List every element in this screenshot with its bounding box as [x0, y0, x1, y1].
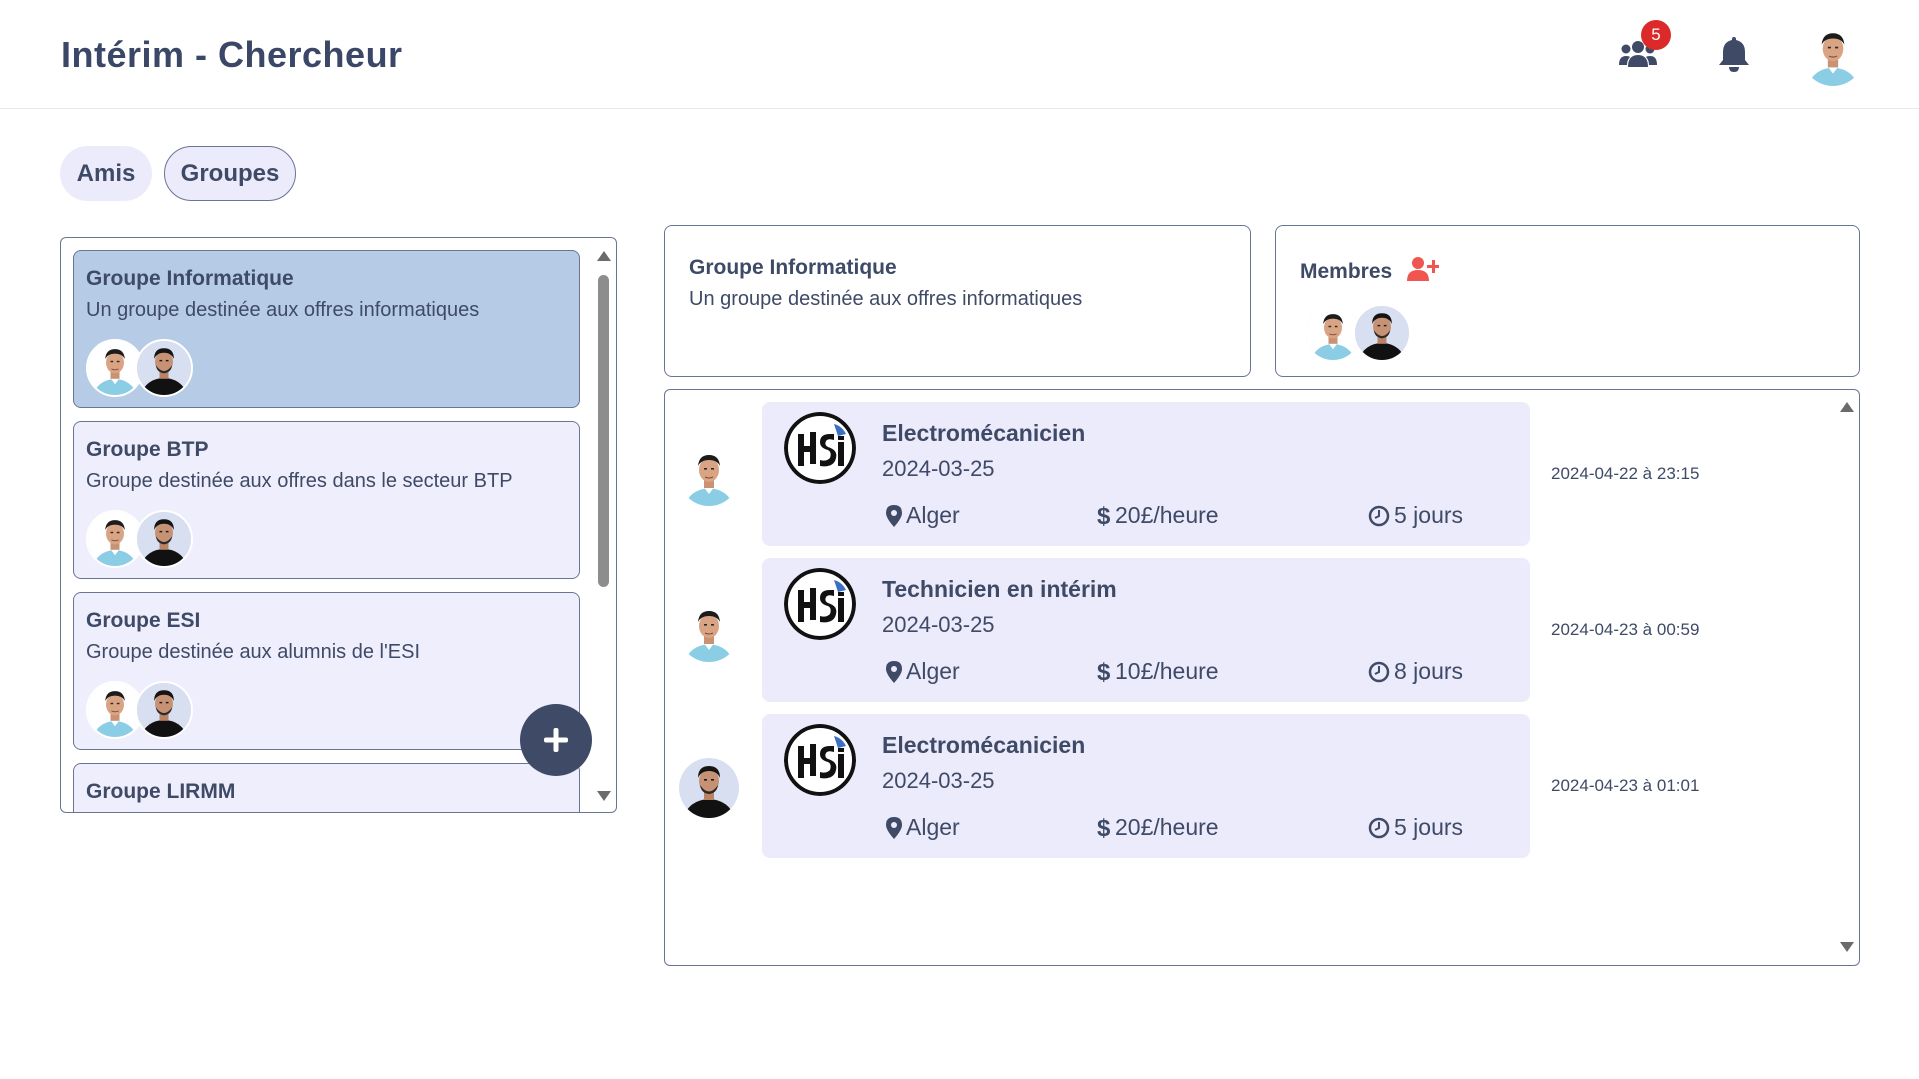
svg-text:$: $: [1097, 815, 1111, 841]
offer-pay-text: 20£/heure: [1115, 814, 1219, 840]
offer-duration: 5 jours: [1368, 502, 1463, 529]
clock-icon: [1368, 505, 1390, 526]
offer-duration: 5 jours: [1368, 814, 1463, 841]
group-member-avatars: [86, 681, 193, 739]
offer-title: Electromécanicien: [882, 420, 1086, 446]
list-item: Electromécanicien 2024-03-25 Alger $ 20£…: [665, 714, 1815, 858]
add-member-icon[interactable]: [1406, 256, 1440, 287]
offer-title: Technicien en intérim: [882, 576, 1117, 602]
group-description: Groupe destinée aux offres dans le secte…: [86, 470, 513, 492]
offer-duration-text: 5 jours: [1394, 814, 1464, 840]
company-logo: [784, 412, 856, 484]
group-member-avatars: [86, 510, 193, 568]
avatar: [135, 681, 193, 739]
scroll-up-arrow[interactable]: [597, 251, 611, 261]
bell-icon: [1719, 37, 1749, 72]
members-title: Membres: [1300, 259, 1393, 283]
group-member-avatars: [86, 339, 193, 397]
avatar[interactable]: [679, 602, 739, 662]
scroll-down-arrow[interactable]: [597, 791, 611, 801]
group-info-card: Groupe Informatique Un groupe destinée a…: [664, 225, 1251, 377]
offer-date: 2024-03-25: [882, 768, 995, 793]
clock-icon: [1368, 661, 1390, 682]
offer-location-text: Alger: [906, 502, 960, 528]
offer-timestamp: 2024-04-23 à 01:01: [1551, 776, 1700, 795]
group-card-lirmm[interactable]: Groupe LIRMM: [73, 763, 580, 812]
group-name: Groupe LIRMM: [86, 780, 236, 803]
map-pin-icon: [886, 504, 902, 527]
list-item: Technicien en intérim 2024-03-25 Alger $…: [665, 558, 1815, 702]
group-description: Un groupe destinée aux offres informatiq…: [86, 299, 480, 321]
offer-location: Alger: [886, 502, 960, 529]
group-card-esi[interactable]: Groupe ESI Groupe destinée aux alumnis d…: [73, 592, 580, 750]
map-pin-icon: [886, 660, 902, 683]
map-pin-icon: [886, 816, 902, 839]
members-card: Membres: [1275, 225, 1860, 377]
group-offers-feed: Electromécanicien 2024-03-25 Alger $ 20£…: [664, 389, 1860, 966]
group-card-btp[interactable]: Groupe BTP Groupe destinée aux offres da…: [73, 421, 580, 579]
avatar[interactable]: [679, 446, 739, 506]
profile-avatar[interactable]: [1802, 24, 1864, 86]
offer-timestamp: 2024-04-23 à 00:59: [1551, 620, 1700, 639]
company-logo: [784, 568, 856, 640]
offer-date: 2024-03-25: [882, 612, 995, 637]
dollar-icon: $: [1097, 503, 1111, 529]
offer-pay-text: 10£/heure: [1115, 658, 1219, 684]
notifications-button[interactable]: [1710, 30, 1758, 78]
plus-icon: [544, 728, 568, 752]
offer-pay-text: 20£/heure: [1115, 502, 1219, 528]
svg-text:$: $: [1097, 503, 1111, 529]
offer-pay: $ 20£/heure: [1097, 502, 1219, 529]
offer-card[interactable]: Electromécanicien 2024-03-25 Alger $ 20£…: [762, 714, 1530, 858]
tab-amis[interactable]: Amis: [60, 146, 152, 201]
scroll-thumb[interactable]: [598, 275, 609, 587]
list-item: Electromécanicien 2024-03-25 Alger $ 20£…: [665, 402, 1815, 546]
group-name: Groupe Informatique: [86, 267, 294, 290]
group-name: Groupe ESI: [86, 609, 201, 632]
dollar-icon: $: [1097, 659, 1111, 685]
offer-location-text: Alger: [906, 658, 960, 684]
clock-icon: [1368, 817, 1390, 838]
member-avatars: [1304, 304, 1411, 362]
svg-text:$: $: [1097, 659, 1111, 685]
offer-duration: 8 jours: [1368, 658, 1463, 685]
group-info-name: Groupe Informatique: [689, 256, 897, 279]
offer-pay: $ 10£/heure: [1097, 658, 1219, 685]
scroll-down-arrow[interactable]: [1840, 942, 1854, 952]
dollar-icon: $: [1097, 815, 1111, 841]
offer-timestamp: 2024-04-22 à 23:15: [1551, 464, 1700, 483]
group-info-description: Un groupe destinée aux offres informatiq…: [689, 288, 1083, 310]
avatar: [135, 510, 193, 568]
top-bar: Intérim - Chercheur 5: [0, 0, 1919, 109]
notification-count-badge: 5: [1641, 20, 1671, 50]
company-logo: [784, 724, 856, 796]
add-group-button[interactable]: [520, 704, 592, 776]
offer-location-text: Alger: [906, 814, 960, 840]
offer-date: 2024-03-25: [882, 456, 995, 481]
offer-card[interactable]: Technicien en intérim 2024-03-25 Alger $…: [762, 558, 1530, 702]
group-name: Groupe BTP: [86, 438, 209, 461]
group-description: Groupe destinée aux alumnis de l'ESI: [86, 641, 421, 663]
app-title: Intérim - Chercheur: [61, 34, 403, 75]
offer-card[interactable]: Electromécanicien 2024-03-25 Alger $ 20£…: [762, 402, 1530, 546]
avatar[interactable]: [679, 758, 739, 818]
tab-groupes[interactable]: Groupes: [164, 146, 296, 201]
offer-location: Alger: [886, 658, 960, 685]
offer-title: Electromécanicien: [882, 732, 1086, 758]
offer-location: Alger: [886, 814, 960, 841]
scroll-up-arrow[interactable]: [1840, 402, 1854, 412]
offer-duration-text: 5 jours: [1394, 502, 1464, 528]
avatar: [135, 339, 193, 397]
group-card-informatique[interactable]: Groupe Informatique Un groupe destinée a…: [73, 250, 580, 408]
avatar[interactable]: [1353, 304, 1411, 362]
offer-pay: $ 20£/heure: [1097, 814, 1219, 841]
offer-duration-text: 8 jours: [1394, 658, 1464, 684]
